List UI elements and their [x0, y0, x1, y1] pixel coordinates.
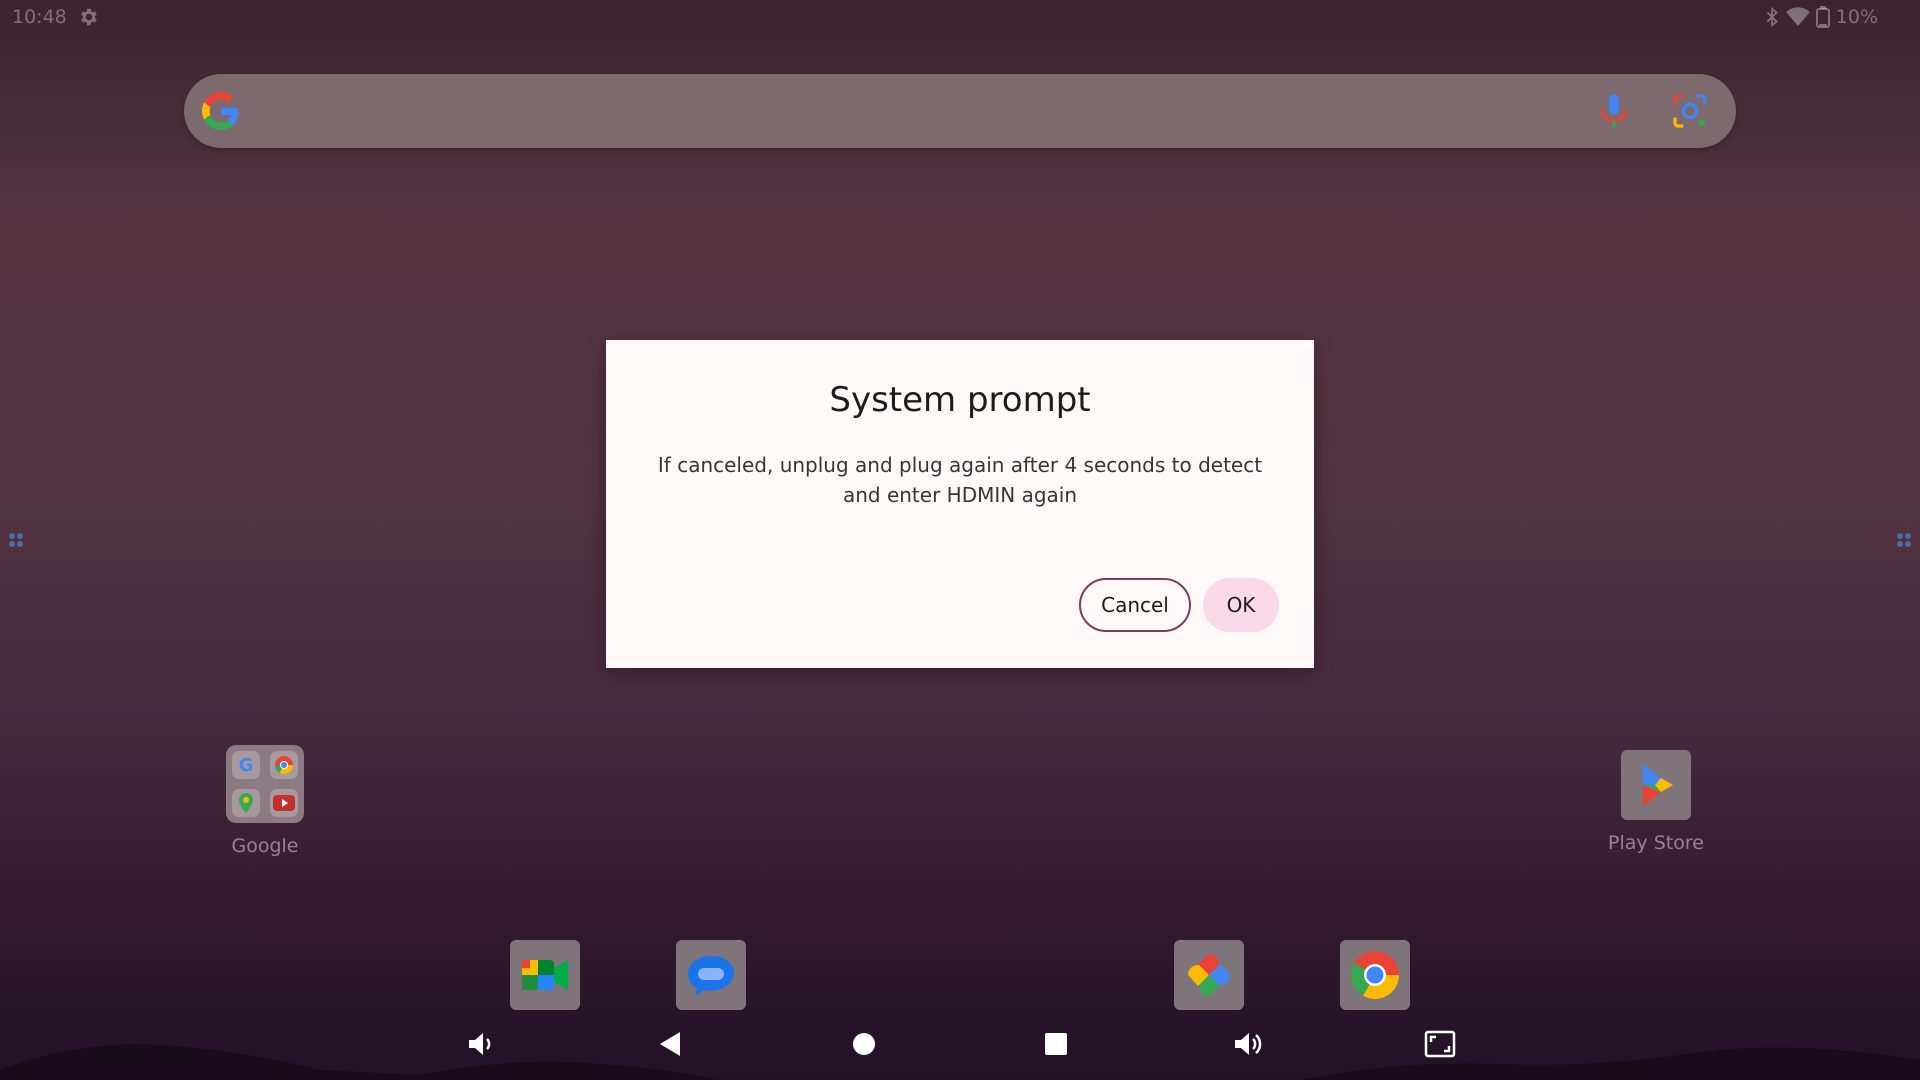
- google-search-bar[interactable]: [184, 74, 1736, 148]
- play-store-app[interactable]: Play Store: [1606, 750, 1706, 854]
- chrome-icon: [270, 751, 298, 779]
- cancel-button[interactable]: Cancel: [1079, 578, 1191, 632]
- left-edge-widget-icon[interactable]: [6, 530, 26, 550]
- status-bar: 10:48 10%: [0, 0, 1920, 36]
- play-store-icon: [1621, 750, 1691, 820]
- play-store-label: Play Store: [1608, 832, 1704, 854]
- screenshot-icon[interactable]: [1424, 1028, 1456, 1060]
- google-lens-icon[interactable]: [1670, 91, 1710, 131]
- battery-percentage: 10%: [1835, 6, 1878, 28]
- google-folder-icon: G: [226, 745, 304, 823]
- maps-icon: [232, 789, 260, 817]
- google-logo-icon: [202, 92, 239, 130]
- dialog-title: System prompt: [829, 380, 1091, 420]
- battery-icon: [1815, 6, 1830, 28]
- messages-icon[interactable]: [676, 940, 746, 1010]
- ok-button[interactable]: OK: [1203, 578, 1279, 632]
- volume-down-icon[interactable]: [464, 1028, 496, 1060]
- bluetooth-icon: [1766, 6, 1778, 28]
- youtube-icon: [270, 789, 298, 817]
- recents-icon[interactable]: [1040, 1028, 1072, 1060]
- chrome-icon[interactable]: [1340, 940, 1410, 1010]
- microphone-icon[interactable]: [1594, 91, 1634, 131]
- google-folder[interactable]: G Google: [215, 745, 315, 857]
- system-prompt-dialog: System prompt If canceled, unplug and pl…: [606, 340, 1314, 668]
- clock: 10:48: [12, 6, 67, 28]
- google-folder-label: Google: [231, 835, 299, 857]
- home-icon[interactable]: [848, 1028, 880, 1060]
- wifi-icon: [1785, 7, 1810, 27]
- back-icon[interactable]: [655, 1028, 687, 1060]
- dialog-message: If canceled, unplug and plug again after…: [657, 453, 1263, 507]
- google-icon: G: [232, 751, 260, 779]
- settings-icon: [80, 8, 97, 26]
- meet-icon[interactable]: [510, 940, 580, 1010]
- right-edge-widget-icon[interactable]: [1894, 530, 1914, 550]
- photos-icon[interactable]: [1174, 940, 1244, 1010]
- volume-up-icon[interactable]: [1232, 1028, 1264, 1060]
